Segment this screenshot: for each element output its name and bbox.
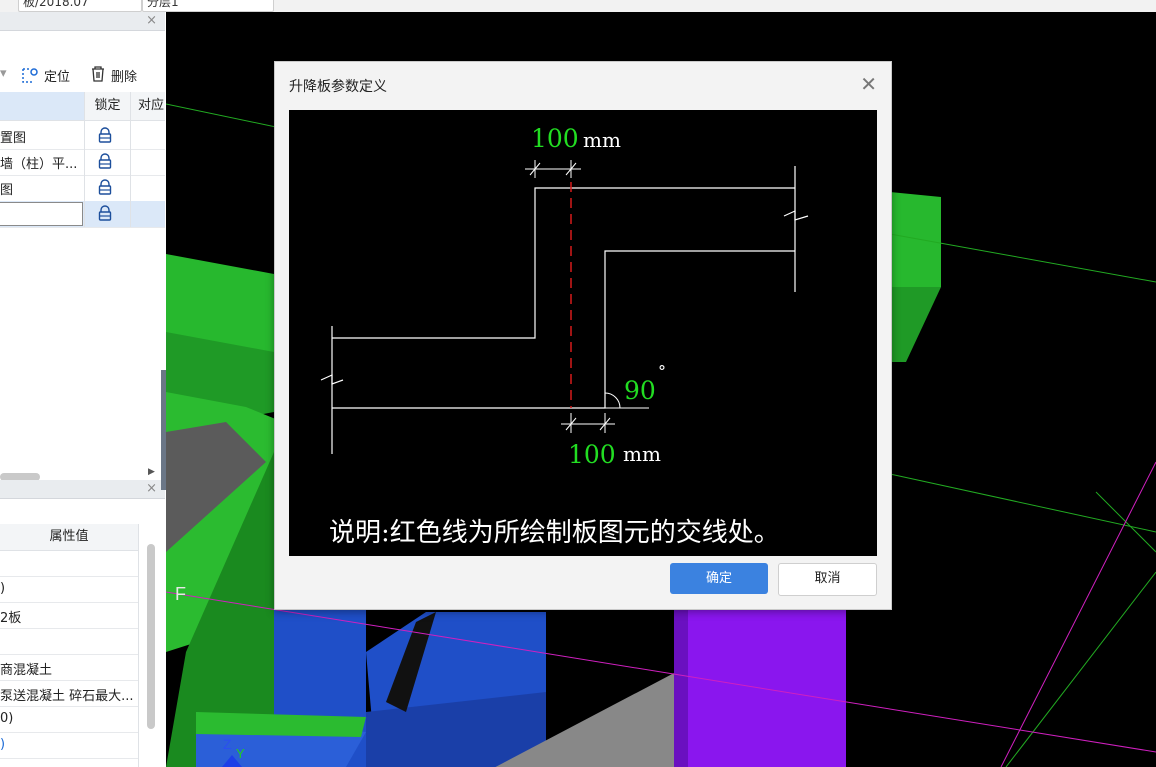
diagram-note: 说明:红色线为所绘制板图元的交线处。 [329, 518, 780, 548]
lock-icon[interactable] [96, 126, 114, 144]
parameter-diagram: 100 mm 100 mm 90 ° 说明:红色线为所绘制板图元的交线处。 [289, 110, 877, 556]
ok-button[interactable]: 确定 [670, 563, 768, 594]
column-divider [130, 92, 131, 227]
row-name: 置图 [0, 131, 27, 146]
lock-icon[interactable] [96, 178, 114, 196]
delete-icon[interactable] [90, 65, 106, 83]
angle-value[interactable]: 90 [624, 376, 656, 405]
property-row[interactable]: 0) [0, 707, 138, 733]
table-row-selected[interactable] [0, 201, 165, 228]
column-divider [138, 524, 139, 767]
property-value: 0) [0, 711, 14, 726]
table-row[interactable]: 图 [0, 175, 165, 202]
magenta-axis-line [1000, 461, 1156, 767]
slab-outline-bottom [332, 250, 795, 409]
dialog-title: 升降板参数定义 [289, 79, 387, 95]
close-icon[interactable]: × [146, 13, 157, 28]
properties-panel-header: × [0, 480, 165, 499]
green-slab[interactable] [890, 192, 941, 287]
name-column-header[interactable] [0, 92, 84, 121]
locate-button[interactable]: 定位 [44, 66, 70, 85]
axis-label-y: Y [236, 746, 245, 761]
top-offset-value[interactable]: 100 [531, 124, 579, 153]
lock-column-header[interactable]: 锁定 [85, 92, 130, 121]
cancel-button[interactable]: 取消 [778, 563, 877, 596]
slab-outline-top [332, 187, 795, 339]
bottom-offset-unit: mm [623, 442, 661, 466]
property-value: 泵送混凝土 碎石最大... [0, 689, 134, 704]
dropdown-arrow-icon[interactable]: ▾ [0, 66, 7, 81]
green-slab-side[interactable] [890, 287, 941, 362]
property-value: ) [0, 737, 6, 752]
table-row[interactable]: 墙（柱）平... [0, 149, 165, 176]
close-icon[interactable]: × [146, 481, 157, 496]
raise-lower-slab-dialog: 升降板参数定义 ✕ 100 mm 100 mm 90 ° 说明:红色线为所绘制板… [274, 61, 892, 610]
row-name: 图 [0, 183, 14, 198]
property-row[interactable]: 商混凝土 [0, 655, 138, 681]
angle-arc [604, 392, 621, 409]
axis-line [166, 103, 277, 128]
property-row[interactable] [0, 629, 138, 655]
purple-column-side[interactable] [674, 609, 688, 767]
angle-unit: ° [658, 362, 666, 381]
close-icon[interactable]: ✕ [860, 72, 877, 96]
break-symbol-right [783, 210, 809, 221]
left-panel: × ▾ 定位 删除 锁定 对应 置图 墙（柱）平... 图 ▶ × 属性值) … [0, 12, 165, 767]
slab-step-drawing [320, 160, 809, 454]
lock-icon[interactable] [96, 152, 114, 170]
property-row[interactable]: ) [0, 577, 138, 603]
property-row[interactable]: 2板 [0, 603, 138, 629]
property-value: 商混凝土 [0, 663, 53, 678]
drawing-panel-header: × [0, 12, 165, 31]
bottom-offset-value[interactable]: 100 [568, 440, 616, 469]
break-symbol-left [320, 374, 344, 385]
axis-label-f: F [175, 584, 186, 604]
vertical-scrollbar[interactable] [147, 544, 155, 729]
axis-label-z: Z [223, 736, 232, 752]
map-column-header[interactable]: 对应 [131, 92, 165, 121]
version-field[interactable]: 板/2018.07 [18, 0, 142, 12]
column-divider [84, 92, 85, 227]
property-row[interactable]: ) [0, 733, 138, 759]
property-row[interactable] [0, 551, 138, 577]
axis-line [1005, 571, 1156, 767]
property-value: 2板 [0, 611, 22, 626]
delete-button[interactable]: 删除 [111, 66, 137, 85]
row-name-editor[interactable] [0, 202, 83, 226]
top-offset-unit: mm [583, 128, 621, 152]
top-toolbar: 板/2018.07 分层1 [0, 0, 1156, 12]
axis-line [889, 473, 1156, 533]
scroll-right-arrow-icon[interactable]: ▶ [148, 467, 155, 477]
lock-icon[interactable] [96, 204, 114, 222]
drawing-toolbar: ▾ 定位 删除 [0, 62, 165, 88]
property-row[interactable]: 泵送混凝土 碎石最大... [0, 681, 138, 707]
table-row[interactable]: 置图 [0, 123, 165, 150]
locate-icon[interactable] [20, 65, 40, 85]
property-value-header: 属性值 [0, 524, 138, 551]
row-name: 墙（柱）平... [0, 157, 78, 172]
layer-field[interactable]: 分层1 [142, 0, 274, 12]
property-value: ) [0, 581, 6, 596]
